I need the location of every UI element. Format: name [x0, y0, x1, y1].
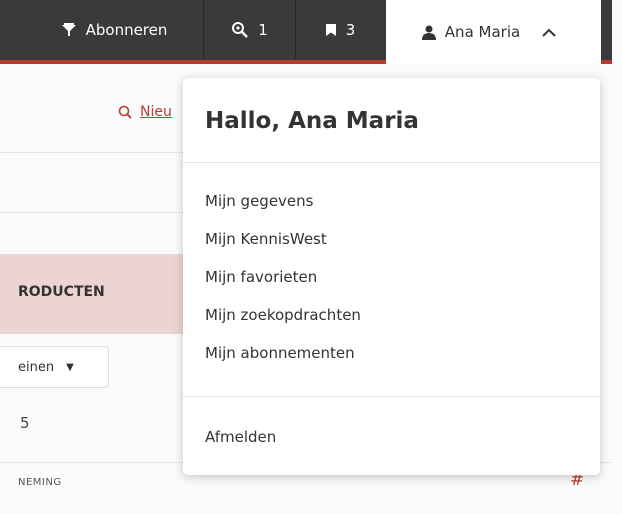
menu-item-my-details[interactable]: Mijn gegevens	[205, 188, 361, 226]
caret-down-icon: ▼	[66, 361, 74, 373]
user-icon	[421, 25, 436, 40]
filter-label: einen	[18, 359, 55, 375]
subscribe-icon	[61, 23, 76, 36]
products-heading: RODUCTEN	[18, 284, 105, 300]
new-search-label: Nieu	[140, 104, 172, 120]
saved-searches-button[interactable]: 1	[203, 0, 295, 60]
divider	[0, 212, 190, 213]
menu-item-my-favorites[interactable]: Mijn favorieten	[205, 264, 361, 302]
filter-dropdown[interactable]: einen ▼	[0, 346, 109, 388]
subscribe-button[interactable]: Abonneren	[25, 0, 203, 60]
bookmark-icon	[325, 24, 336, 36]
saved-searches-count: 1	[258, 21, 268, 39]
search-icon	[118, 105, 132, 119]
account-menu-list: Mijn gegevens Mijn KennisWest Mijn favor…	[205, 188, 361, 378]
menu-item-my-searches[interactable]: Mijn zoekopdrachten	[205, 302, 361, 340]
user-name: Ana Maria	[444, 23, 521, 41]
divider	[183, 162, 600, 163]
search-alert-icon	[232, 22, 249, 38]
greeting-heading: Hallo, Ana Maria	[205, 108, 419, 134]
result-count: 5	[20, 414, 30, 432]
top-navigation-bar: Abonneren 1 3 Ana Maria	[0, 0, 612, 64]
bookmarks-button[interactable]: 3	[295, 0, 384, 60]
logout-link[interactable]: Afmelden	[205, 428, 276, 446]
new-search-link[interactable]: Nieu	[118, 104, 172, 120]
chevron-up-icon	[542, 28, 556, 37]
divider	[0, 152, 190, 153]
menu-item-my-subscriptions[interactable]: Mijn abonnementen	[205, 340, 361, 378]
bookmarks-count: 3	[345, 21, 356, 39]
menu-item-my-kenniswest[interactable]: Mijn KennisWest	[205, 226, 361, 264]
divider	[183, 396, 600, 397]
products-header: RODUCTEN	[0, 254, 190, 334]
user-menu-button[interactable]: Ana Maria	[386, 0, 601, 64]
subscribe-label: Abonneren	[85, 21, 168, 39]
column-header[interactable]: NEMING	[18, 477, 62, 488]
user-dropdown-menu: Hallo, Ana Maria Mijn gegevens Mijn Kenn…	[183, 78, 600, 475]
